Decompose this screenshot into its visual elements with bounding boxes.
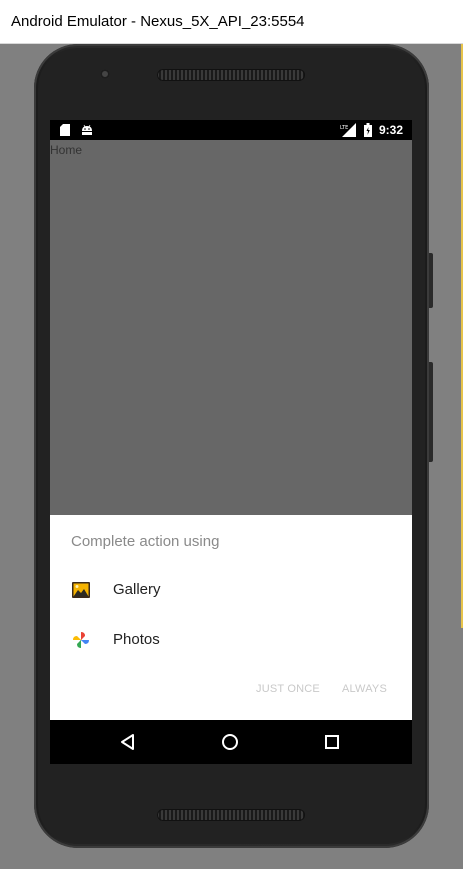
chooser-title: Complete action using [71,533,220,550]
sd-card-icon [60,124,70,136]
chooser-dialog: Complete action using Gallery Photos JUS… [50,515,412,720]
status-time: 9:32 [379,123,404,137]
front-camera [100,69,110,79]
gallery-icon [72,582,90,598]
phone-screen: LTE 9:32 Home Complete action using Gall… [50,120,412,764]
navigation-bar [50,720,412,764]
just-once-button[interactable]: JUST ONCE [256,683,320,695]
chooser-option-label: Photos [113,631,160,648]
window-titlebar: Android Emulator - Nexus_5X_API_23:5554 [0,0,463,44]
chooser-option-label: Gallery [113,581,161,598]
volume-button[interactable] [429,362,433,462]
back-icon[interactable] [118,732,138,752]
power-button[interactable] [429,253,433,308]
page-title: Home [50,143,83,157]
window-title: Android Emulator - Nexus_5X_API_23:5554 [11,13,305,30]
android-debug-icon [82,124,92,135]
recents-icon[interactable] [322,732,342,752]
svg-text:LTE: LTE [340,125,348,131]
lte-signal-icon: LTE [340,123,356,137]
photos-pinwheel-icon [73,632,89,648]
home-icon[interactable] [220,732,240,752]
app-content: Home [50,140,412,515]
status-bar: LTE 9:32 [50,120,412,140]
chooser-option-photos[interactable]: Photos [50,617,412,663]
battery-charging-icon [364,123,372,137]
top-speaker-grille [157,69,305,81]
always-button[interactable]: ALWAYS [342,683,387,695]
chooser-option-gallery[interactable]: Gallery [50,567,412,613]
bottom-speaker-grille [157,809,305,821]
